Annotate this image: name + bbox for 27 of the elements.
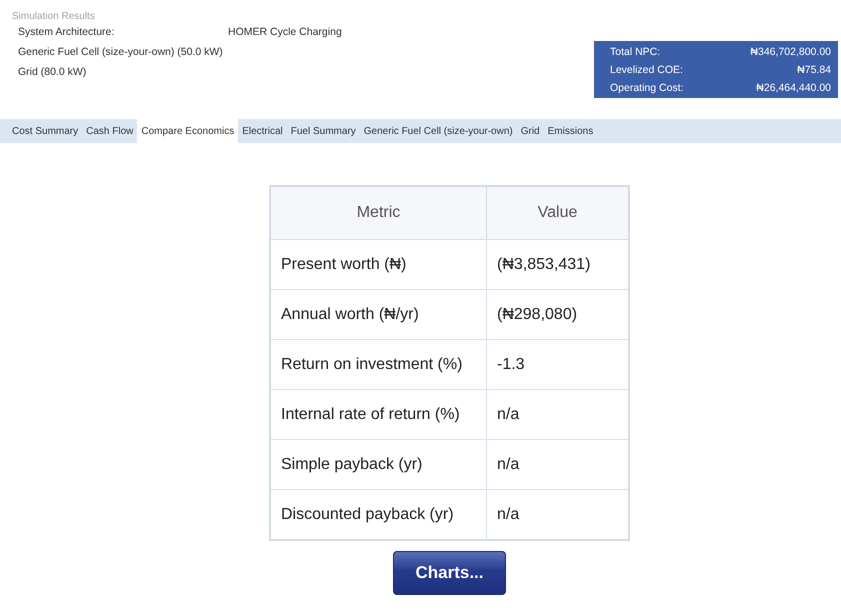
tab[interactable]: Compare Economics	[137, 119, 238, 143]
summary-value: ₦26,464,440.00	[755, 82, 831, 94]
tab[interactable]: Cash Flow	[82, 119, 138, 143]
summary-label: Operating Cost:	[610, 82, 685, 94]
summary-value: ₦75.84	[796, 64, 831, 76]
component-text: Generic Fuel Cell (size-your-own) (50.0 kW)	[18, 46, 224, 58]
tab[interactable]: Electrical	[238, 119, 287, 143]
summary-label: Total NPC:	[610, 46, 662, 58]
charts-button[interactable]: Charts...	[393, 551, 506, 595]
window-title: Simulation Results	[11, 10, 96, 22]
summary-value: ₦346,702,800.00	[750, 46, 831, 58]
table-cell: Simple payback (yr)	[270, 440, 486, 490]
tab[interactable]: Grid	[516, 119, 544, 143]
table-cell: Internal rate of return (%)	[270, 390, 486, 440]
tab[interactable]: Generic Fuel Cell (size-your-own)	[360, 119, 517, 143]
dispatch-strategy: HOMER Cycle Charging	[228, 26, 342, 38]
column-header: Metric	[270, 186, 486, 240]
table-cell: Present worth (₦)	[270, 240, 486, 290]
column-header: Value	[486, 186, 629, 240]
tab[interactable]: Emissions	[544, 119, 598, 143]
summary-label: Levelized COE:	[610, 64, 684, 76]
tab[interactable]: Fuel Summary	[286, 119, 360, 143]
architecture-label: System Architecture:	[18, 26, 116, 38]
tab[interactable]: Cost Summary	[8, 119, 82, 143]
table-cell: Annual worth (₦/yr)	[270, 290, 486, 340]
component-text: Grid (80.0 kW)	[18, 66, 88, 78]
table-cell: Return on investment (%)	[270, 340, 486, 390]
